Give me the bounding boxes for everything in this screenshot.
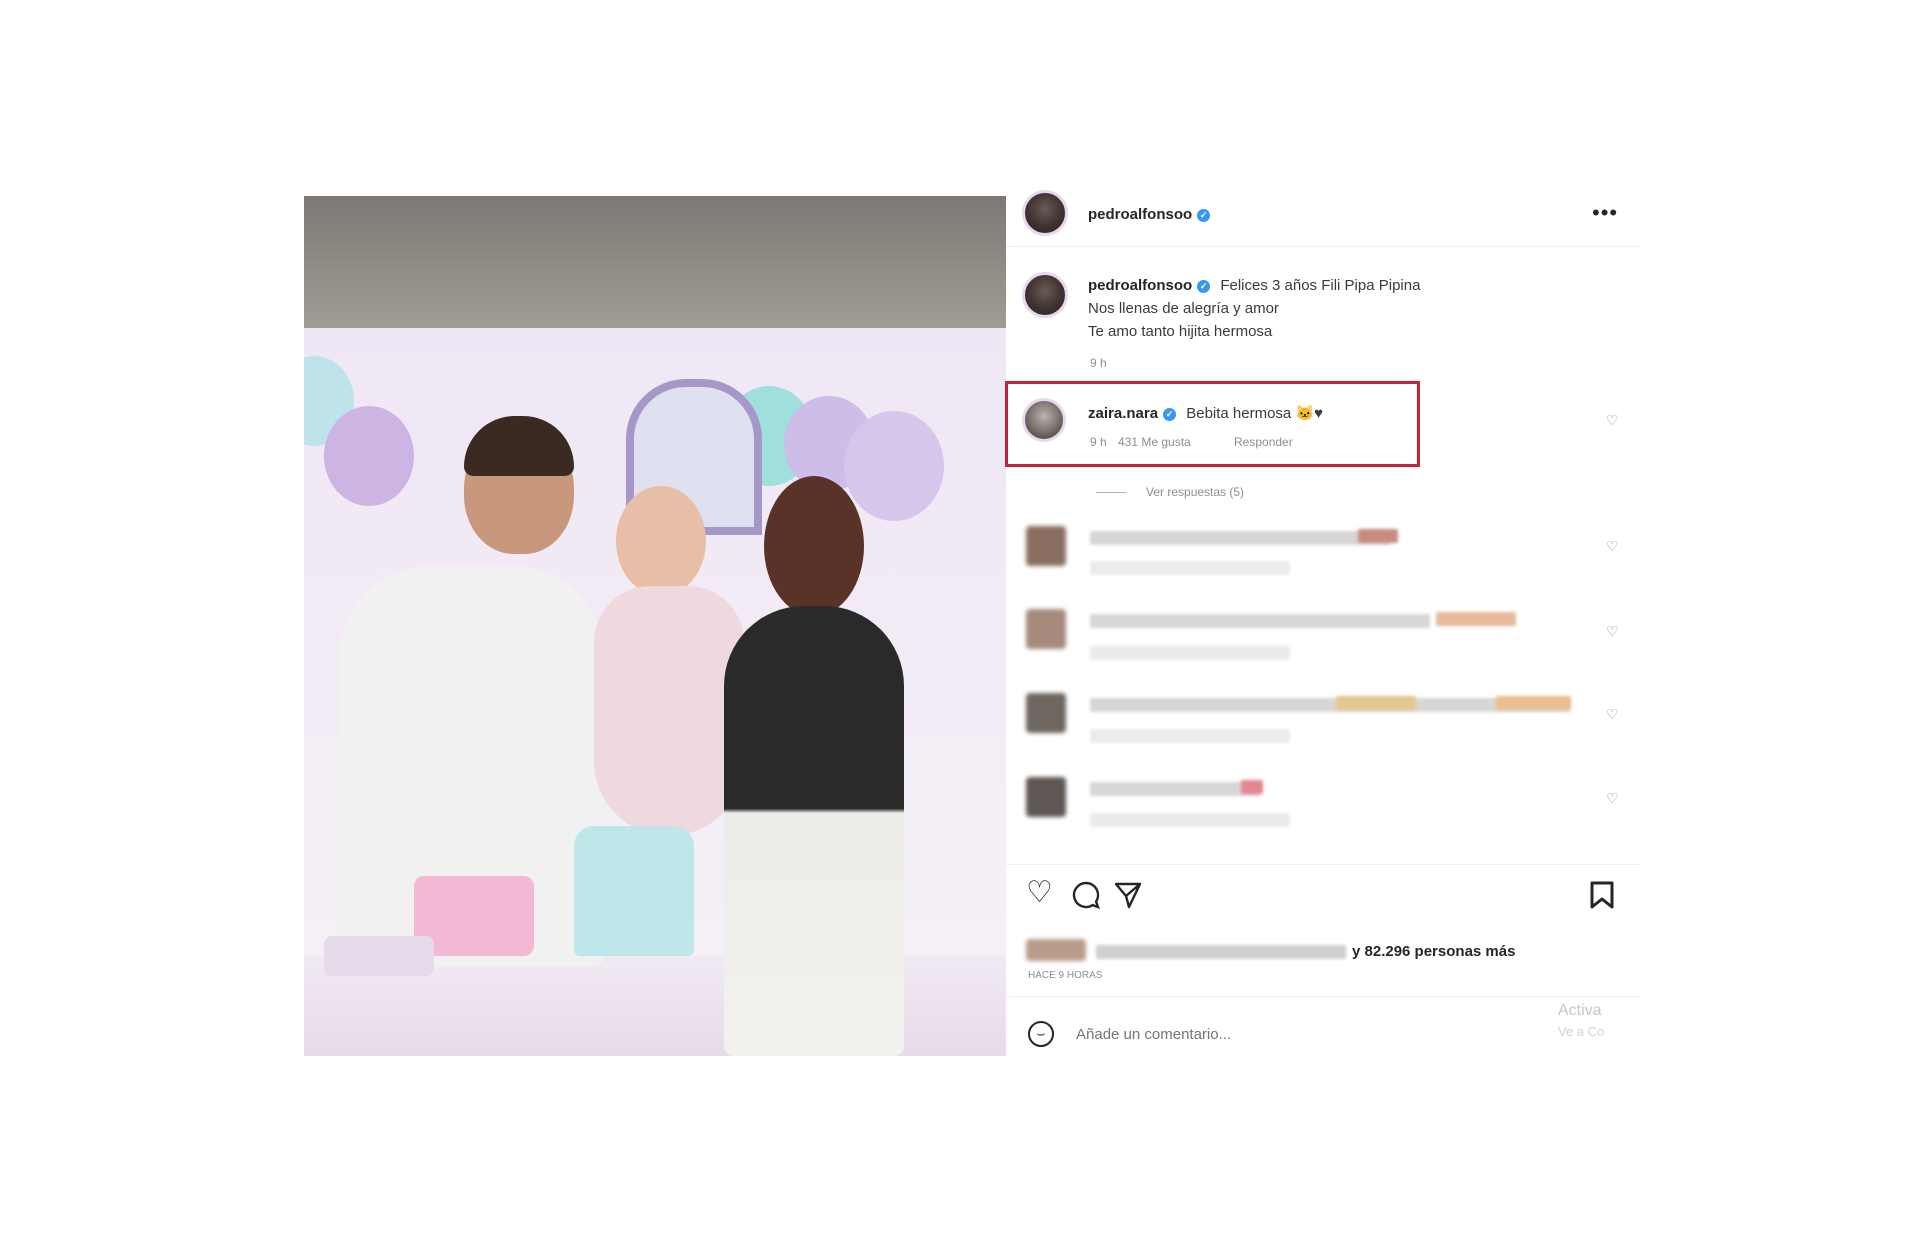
blurred-text bbox=[1241, 780, 1263, 794]
blurred-text bbox=[1090, 614, 1430, 628]
emoji-icon[interactable]: ⌣ bbox=[1028, 1021, 1054, 1047]
blurred-text bbox=[1358, 529, 1398, 543]
heart-icon[interactable]: ♡ bbox=[1606, 791, 1620, 805]
likes-summary[interactable]: y 82.296 personas más bbox=[1352, 943, 1515, 960]
caption-line-3: Te amo tanto hijita hermosa bbox=[1088, 323, 1273, 340]
watermark-text: Ve a Co bbox=[1558, 1024, 1605, 1039]
person-woman-head bbox=[764, 476, 864, 616]
blurred-avatar bbox=[1026, 693, 1066, 733]
share-icon-svg bbox=[1114, 882, 1142, 909]
caption-avatar[interactable] bbox=[1022, 272, 1068, 318]
bookmark-icon[interactable] bbox=[1588, 880, 1616, 916]
caption-username-text[interactable]: pedroalfonsoo bbox=[1088, 277, 1192, 294]
heart-icon[interactable]: ♡ bbox=[1606, 707, 1620, 721]
balloon bbox=[324, 406, 414, 506]
more-options-button[interactable]: ••• bbox=[1592, 200, 1618, 226]
comment-icon-svg bbox=[1072, 881, 1100, 909]
post-timestamp: HACE 9 HORAS bbox=[1028, 970, 1103, 981]
blurred-meta bbox=[1090, 813, 1290, 827]
heart-icon[interactable]: ♡ bbox=[1606, 413, 1620, 427]
caption-line-2: Nos llenas de alegría y amor bbox=[1088, 300, 1279, 317]
verified-badge-icon: ✓ bbox=[1197, 279, 1211, 293]
blurred-avatar bbox=[1026, 526, 1066, 566]
comment-highlight-box bbox=[1005, 381, 1420, 467]
cake bbox=[574, 826, 694, 956]
blurred-text bbox=[1090, 782, 1260, 796]
header-divider bbox=[1006, 246, 1640, 247]
blurred-meta bbox=[1090, 561, 1290, 575]
blurred-text bbox=[1090, 531, 1390, 545]
comment-box-divider bbox=[1006, 996, 1640, 997]
person-girl-head bbox=[616, 486, 706, 596]
person-girl-body bbox=[594, 586, 744, 836]
post-photo bbox=[304, 196, 1006, 1056]
share-icon[interactable] bbox=[1113, 880, 1143, 916]
verified-badge-icon: ✓ bbox=[1197, 208, 1211, 222]
header-username[interactable]: pedroalfonsoo ✓ bbox=[1088, 206, 1211, 223]
header-username-text[interactable]: pedroalfonsoo bbox=[1088, 206, 1192, 223]
heart-icon[interactable]: ♡ bbox=[1606, 624, 1620, 638]
post-side-panel: pedroalfonsoo ✓ ••• pedroalfonsoo ✓ Felice… bbox=[1006, 190, 1640, 1056]
header-avatar[interactable] bbox=[1022, 190, 1068, 236]
blurred-meta bbox=[1090, 646, 1290, 660]
heart-icon[interactable]: ♡ bbox=[1026, 878, 1053, 908]
blurred-text bbox=[1436, 612, 1516, 626]
balloon bbox=[844, 411, 944, 521]
comment-input[interactable] bbox=[1074, 1018, 1518, 1050]
blurred-text bbox=[1336, 696, 1416, 710]
photo-wall bbox=[304, 196, 1006, 328]
liker-avatars[interactable] bbox=[1026, 939, 1086, 961]
blurred-liker-name bbox=[1096, 945, 1346, 959]
view-replies-button[interactable]: Ver respuestas (5) bbox=[1146, 485, 1244, 499]
cupcake-stand bbox=[324, 936, 434, 976]
watermark-text: Activa bbox=[1558, 1002, 1602, 1019]
caption-line-1: Felices 3 años Fili Pipa Pipina bbox=[1220, 277, 1421, 294]
blurred-meta bbox=[1090, 729, 1290, 743]
blurred-avatar bbox=[1026, 609, 1066, 649]
person-woman-body bbox=[724, 606, 904, 1056]
replies-line bbox=[1096, 492, 1126, 493]
caption-username[interactable]: pedroalfonsoo ✓ Felices 3 años Fili Pipa … bbox=[1088, 277, 1420, 294]
blurred-text bbox=[1496, 696, 1571, 710]
actions-divider bbox=[1006, 864, 1640, 865]
blurred-avatar bbox=[1026, 777, 1066, 817]
bookmark-icon-svg bbox=[1590, 881, 1614, 909]
comment-icon[interactable] bbox=[1071, 880, 1101, 916]
heart-icon[interactable]: ♡ bbox=[1606, 539, 1620, 553]
caption-time: 9 h bbox=[1090, 356, 1107, 370]
